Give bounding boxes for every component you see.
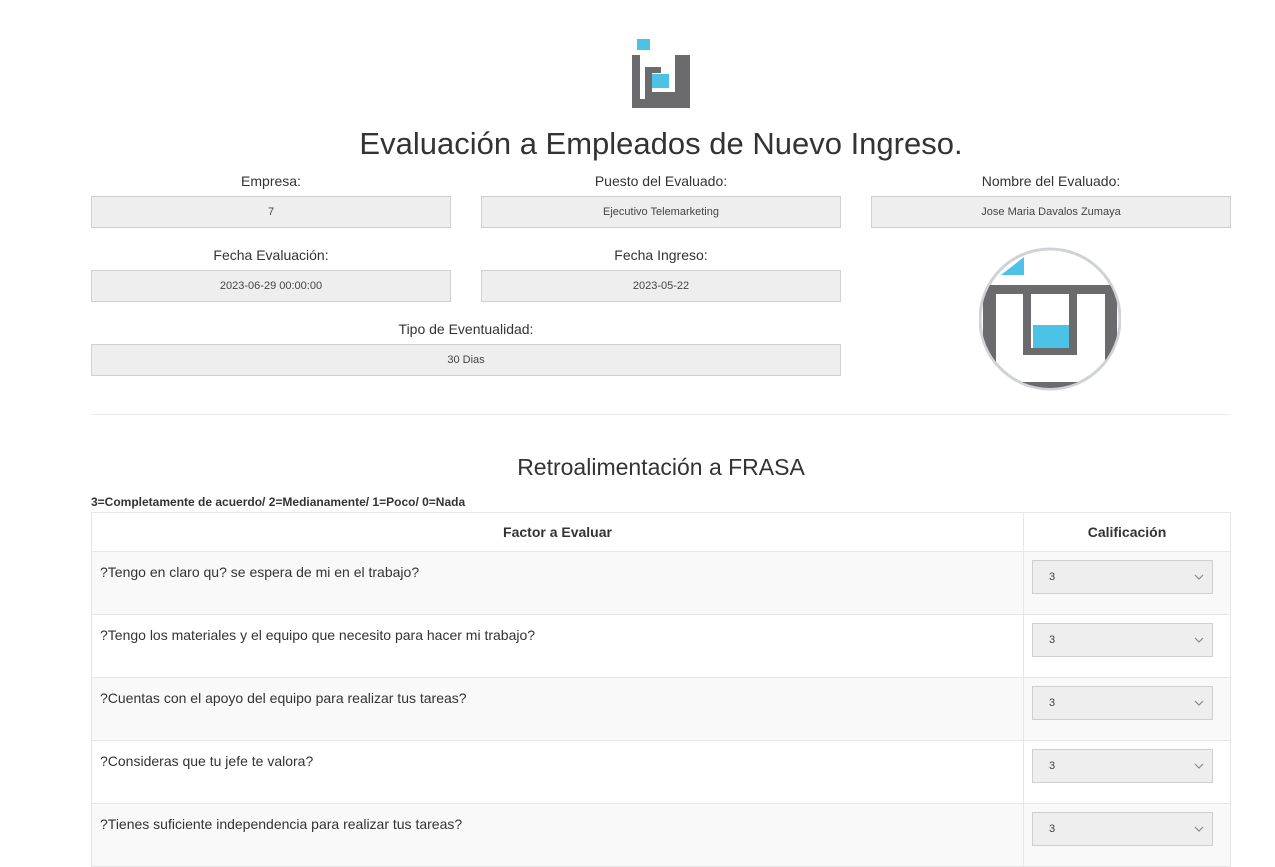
- table-row: ?Tienes suficiente independencia para re…: [91, 803, 1231, 867]
- evaluation-table: Factor a Evaluar Calificación ?Tengo en …: [91, 512, 1231, 867]
- chevron-down-icon: [1194, 637, 1204, 643]
- nombre-field[interactable]: Jose Maria Davalos Zumaya: [871, 196, 1231, 228]
- table-row: ?Tengo en claro qu? se espera de mi en e…: [91, 551, 1231, 615]
- nombre-label: Nombre del Evaluado:: [981, 173, 1121, 189]
- rating-value: 3: [1049, 697, 1056, 709]
- rating-select[interactable]: 3: [1032, 686, 1213, 720]
- fecha-ingreso-field[interactable]: 2023-05-22: [481, 270, 841, 302]
- rating-value: 3: [1049, 760, 1056, 772]
- chevron-down-icon: [1194, 700, 1204, 706]
- fecha-ingreso-label: Fecha Ingreso:: [614, 247, 708, 263]
- rating-cell: 3: [1023, 803, 1231, 867]
- table-row: ?Consideras que tu jefe te valora? 3: [91, 740, 1231, 804]
- chevron-down-icon: [1194, 826, 1204, 832]
- empresa-label: Empresa:: [241, 173, 301, 189]
- rating-value: 3: [1049, 634, 1056, 646]
- fecha-evaluacion-field[interactable]: 2023-06-29 00:00:00: [91, 270, 451, 302]
- section-title: Retroalimentación a FRASA: [517, 454, 805, 480]
- question-cell: ?Tengo los materiales y el equipo que ne…: [91, 614, 1024, 678]
- rating-value: 3: [1049, 823, 1056, 835]
- rating-legend: 3=Completamente de acuerdo/ 2=Medianamen…: [91, 495, 466, 509]
- fecha-evaluacion-label: Fecha Evaluación:: [213, 247, 329, 263]
- question-cell: ?Cuentas con el apoyo del equipo para re…: [91, 677, 1024, 741]
- rating-value: 3: [1049, 571, 1056, 583]
- empresa-field[interactable]: 7: [91, 196, 451, 228]
- puesto-field[interactable]: Ejecutivo Telemarketing: [481, 196, 841, 228]
- chevron-down-icon: [1194, 763, 1204, 769]
- rating-cell: 3: [1023, 677, 1231, 741]
- rating-cell: 3: [1023, 740, 1231, 804]
- page-title: Evaluación a Empleados de Nuevo Ingreso.: [359, 126, 963, 161]
- company-logo: [632, 39, 690, 108]
- tipo-eventualidad-field[interactable]: 30 Dias: [91, 344, 841, 376]
- rating-select[interactable]: 3: [1032, 749, 1213, 783]
- table-row: ?Cuentas con el apoyo del equipo para re…: [91, 677, 1231, 741]
- column-header-rating: Calificación: [1023, 512, 1231, 552]
- puesto-label: Puesto del Evaluado:: [594, 173, 728, 189]
- rating-select[interactable]: 3: [1032, 812, 1213, 846]
- table-row: ?Tengo los materiales y el equipo que ne…: [91, 614, 1231, 678]
- question-cell: ?Consideras que tu jefe te valora?: [91, 740, 1024, 804]
- rating-cell: 3: [1023, 551, 1231, 615]
- chevron-down-icon: [1194, 574, 1204, 580]
- question-cell: ?Tienes suficiente independencia para re…: [91, 803, 1024, 867]
- rating-cell: 3: [1023, 614, 1231, 678]
- question-cell: ?Tengo en claro qu? se espera de mi en e…: [91, 551, 1024, 615]
- rating-select[interactable]: 3: [1032, 623, 1213, 657]
- section-divider: [91, 414, 1230, 415]
- rating-select[interactable]: 3: [1032, 560, 1213, 594]
- tipo-eventualidad-label: Tipo de Eventualidad:: [398, 321, 534, 337]
- column-header-factor: Factor a Evaluar: [91, 512, 1024, 552]
- employee-avatar: [979, 247, 1121, 391]
